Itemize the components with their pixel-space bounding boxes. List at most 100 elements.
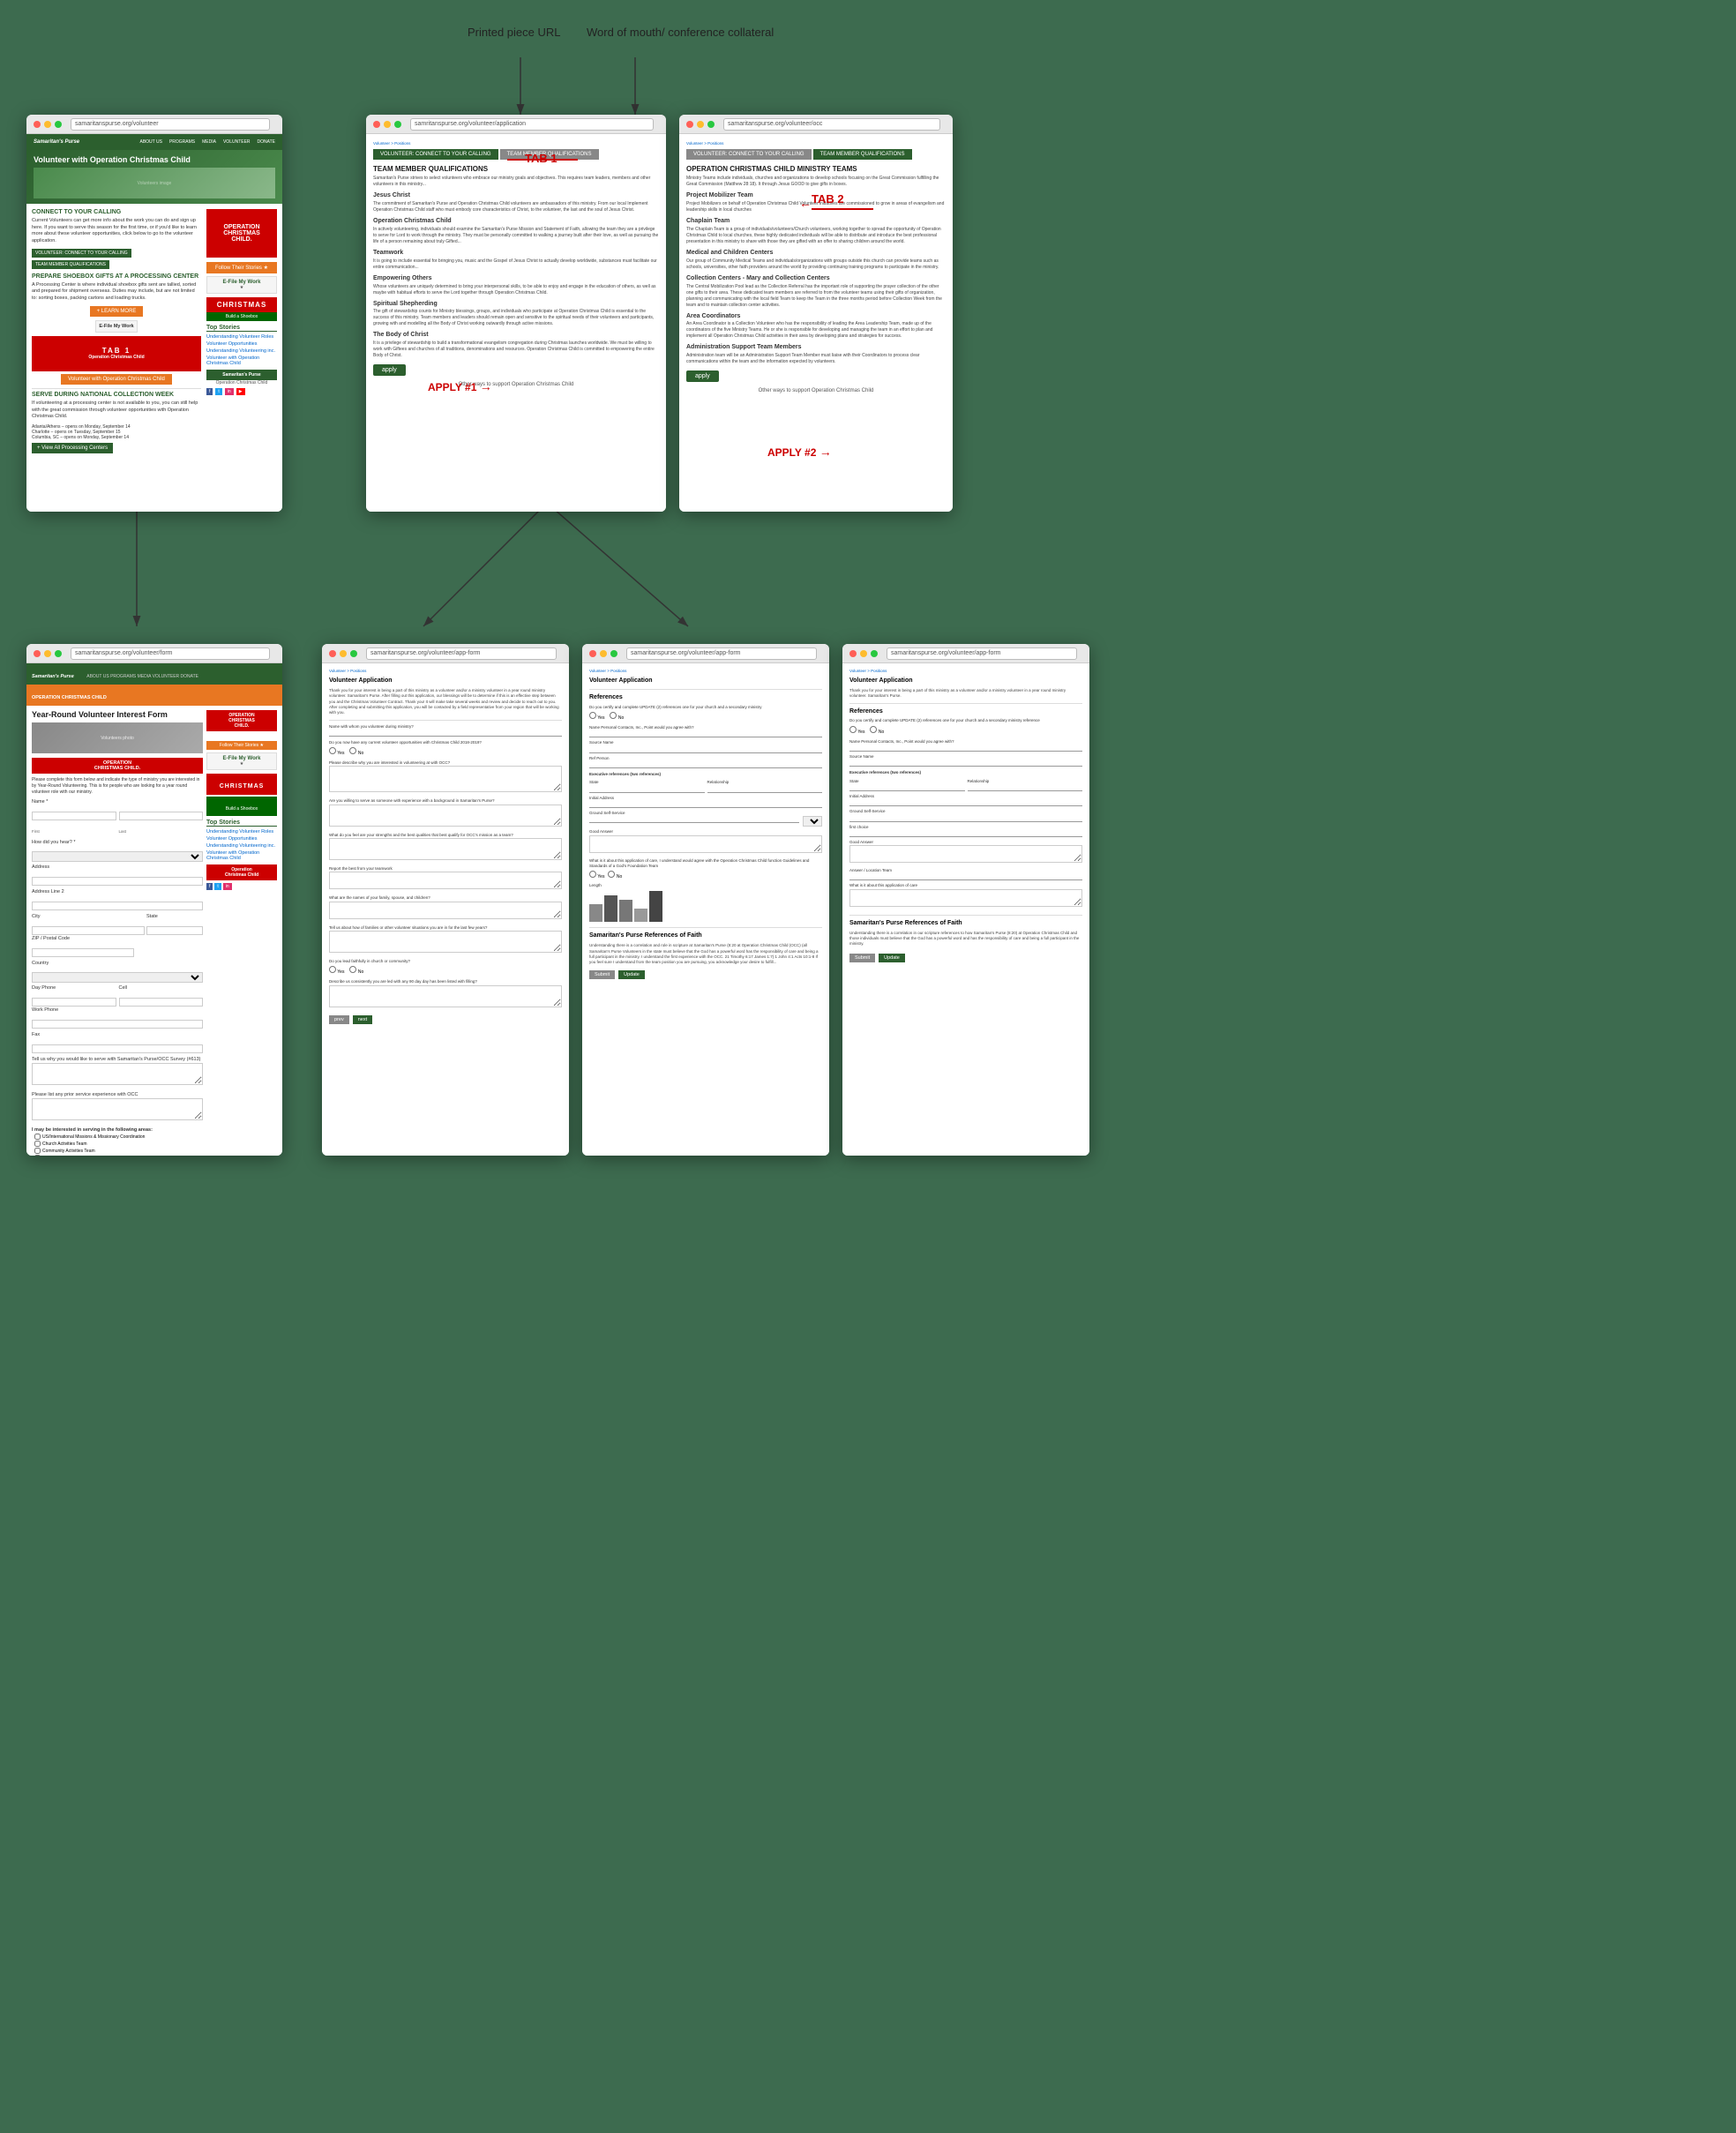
- var-rel-input[interactable]: [968, 784, 1083, 791]
- yr-fax-input[interactable]: [32, 1044, 203, 1053]
- vap2-state-input[interactable]: [589, 786, 705, 793]
- yr-instagram-icon[interactable]: in: [223, 883, 232, 890]
- close-dot-tab2[interactable]: [686, 121, 693, 128]
- vap1-family-textarea[interactable]: [329, 902, 562, 919]
- vap1-next-btn[interactable]: next: [353, 1015, 372, 1024]
- minimize-dot-vap1[interactable]: [340, 650, 347, 657]
- facebook-icon[interactable]: f: [206, 388, 213, 395]
- yr-state-input[interactable]: [146, 926, 203, 935]
- var-ref-yes-radio[interactable]: [849, 726, 857, 733]
- vap1-faith-yes-radio[interactable]: [329, 966, 336, 973]
- vap1-describe-textarea[interactable]: [329, 766, 562, 792]
- yr-side-story-1[interactable]: Understanding Volunteer Roles: [206, 829, 277, 834]
- yr-zip-input[interactable]: [32, 948, 134, 957]
- var-ground-input[interactable]: [849, 815, 1082, 822]
- vap2-agree-yes-radio[interactable]: [589, 871, 596, 878]
- yr-tell-us-more-textarea[interactable]: [32, 1063, 203, 1085]
- fullscreen-dot-vap1[interactable]: [350, 650, 357, 657]
- vap1-kids-textarea[interactable]: [329, 931, 562, 953]
- yr-address2-input[interactable]: [32, 902, 203, 910]
- vap1-qualities-textarea[interactable]: [329, 838, 562, 860]
- var-submit-btn[interactable]: Submit: [849, 954, 875, 962]
- yr-missions-checkbox[interactable]: [34, 1134, 41, 1140]
- story-3[interactable]: Understanding Volunteering inc.: [206, 348, 277, 354]
- var-first-choice-input[interactable]: [849, 830, 1082, 837]
- close-dot-vap1[interactable]: [329, 650, 336, 657]
- vap2-ground-input[interactable]: [589, 816, 799, 823]
- yr-community-checkbox[interactable]: [34, 1148, 41, 1154]
- yr-service-exp-textarea[interactable]: [32, 1098, 203, 1120]
- close-dot[interactable]: [34, 121, 41, 128]
- url-bar-vap2[interactable]: samaritanspurse.org/volunteer/app-form: [626, 647, 817, 660]
- url-bar-tab1[interactable]: samritanspurse.org/volunteer/application: [410, 118, 654, 131]
- vap2-three-personal-input[interactable]: [589, 730, 822, 737]
- fullscreen-dot-vap2[interactable]: [610, 650, 617, 657]
- side-donate-btn[interactable]: Follow Their Stories ★: [206, 262, 277, 273]
- nav-programs[interactable]: PROGRAMS: [169, 139, 195, 145]
- var-three-personal-input[interactable]: [849, 745, 1082, 752]
- fullscreen-dot-var[interactable]: [871, 650, 878, 657]
- vap2-update-btn[interactable]: Update: [618, 970, 645, 979]
- yr-twitter-icon[interactable]: t: [214, 883, 221, 890]
- yr-side-story-4[interactable]: Volunteer with Operation Christmas Child: [206, 850, 277, 861]
- close-dot-tab1[interactable]: [373, 121, 380, 128]
- volunteer-occ-btn[interactable]: Volunteer with Operation Christmas Child: [61, 374, 172, 385]
- yr-side-story-2[interactable]: Volunteer Opportunities: [206, 836, 277, 842]
- twitter-icon[interactable]: t: [215, 388, 221, 395]
- yr-how-heard-select[interactable]: [32, 851, 203, 862]
- vap1-name-input[interactable]: [329, 730, 562, 737]
- vap2-source-name-input[interactable]: [589, 746, 822, 753]
- yr-church-checkbox[interactable]: [34, 1141, 41, 1147]
- var-update-btn[interactable]: Update: [879, 954, 905, 962]
- yr-country-select[interactable]: [32, 972, 203, 983]
- vap2-initial-addr-input[interactable]: [589, 801, 822, 808]
- instagram-icon[interactable]: in: [225, 388, 234, 395]
- story-4[interactable]: Volunteer with Operation Christmas Child: [206, 356, 277, 366]
- url-bar-yr[interactable]: samaritanspurse.org/volunteer/form: [71, 647, 270, 660]
- url-bar-vap1[interactable]: samaritanspurse.org/volunteer/app-form: [366, 647, 557, 660]
- minimize-dot-yr[interactable]: [44, 650, 51, 657]
- youtube-icon[interactable]: ▶: [236, 388, 245, 395]
- yr-facebook-icon[interactable]: f: [206, 883, 213, 890]
- close-dot-vap2[interactable]: [589, 650, 596, 657]
- minimize-dot-vap2[interactable]: [600, 650, 607, 657]
- yr-side-story-3[interactable]: Understanding Volunteering inc.: [206, 843, 277, 849]
- yr-firstname-input[interactable]: [32, 812, 116, 820]
- close-dot-var[interactable]: [849, 650, 857, 657]
- yr-day-phone-input[interactable]: [32, 998, 116, 1007]
- vap1-yes-radio[interactable]: [329, 747, 336, 754]
- vap2-rel-input[interactable]: [707, 786, 823, 793]
- volunteer-connect-tab-btn[interactable]: VOLUNTEER: CONNECT TO YOUR CALLING: [373, 149, 498, 160]
- vap1-willing-textarea[interactable]: [329, 805, 562, 827]
- vap2-certify-no-radio[interactable]: [610, 712, 617, 719]
- tab2-team-btn[interactable]: TEAM MEMBER QUALIFICATIONS: [813, 149, 912, 160]
- var-state-input[interactable]: [849, 784, 965, 791]
- url-bar-var[interactable]: samaritanspurse.org/volunteer/app-form: [887, 647, 1077, 660]
- fullscreen-dot-tab2[interactable]: [707, 121, 715, 128]
- var-source-input[interactable]: [849, 760, 1082, 767]
- vap2-good-answer-textarea[interactable]: [589, 835, 822, 853]
- story-1[interactable]: Understanding Volunteer Roles: [206, 334, 277, 340]
- fullscreen-dot[interactable]: [55, 121, 62, 128]
- vap2-certify-yes-radio[interactable]: [589, 712, 596, 719]
- processing-center-btn[interactable]: + View All Processing Centers: [32, 443, 113, 453]
- var-good-answer-textarea[interactable]: [849, 845, 1082, 863]
- minimize-dot-tab1[interactable]: [384, 121, 391, 128]
- minimize-dot-var[interactable]: [860, 650, 867, 657]
- var-answer-loc-input[interactable]: [849, 873, 1082, 880]
- vap1-prev-btn[interactable]: prev: [329, 1015, 349, 1024]
- apply-btn-1[interactable]: apply: [373, 364, 406, 376]
- nav-donate[interactable]: DONATE: [258, 139, 275, 145]
- minimize-dot[interactable]: [44, 121, 51, 128]
- yr-city-input[interactable]: [32, 926, 145, 935]
- yr-side-follow-btn[interactable]: Follow Their Stories ★: [206, 741, 277, 750]
- vap1-report-textarea[interactable]: [329, 872, 562, 889]
- vap1-no-radio[interactable]: [349, 747, 356, 754]
- vap1-faith-no-radio[interactable]: [349, 966, 356, 973]
- nav-volunteer[interactable]: VOLUNTEER: [223, 139, 251, 145]
- nav-media[interactable]: MEDIA: [202, 139, 216, 145]
- learn-more-btn[interactable]: + LEARN MORE: [90, 306, 144, 317]
- fullscreen-dot-yr[interactable]: [55, 650, 62, 657]
- vap1-describe-faith-textarea[interactable]: [329, 985, 562, 1007]
- yr-address-input[interactable]: [32, 877, 203, 886]
